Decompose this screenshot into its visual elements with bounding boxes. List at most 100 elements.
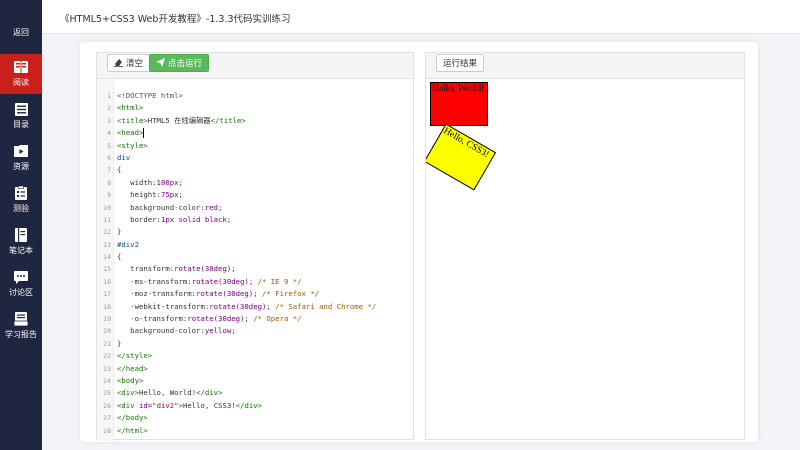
- line-text: </head>: [117, 363, 148, 373]
- code-line: 18 -webkit-transform:rotate(30deg); /* S…: [97, 301, 413, 313]
- top-bar: 《HTML5+CSS3 Web开发教程》-1.3.3代码实训练习: [42, 0, 800, 34]
- code-line: 22 </style>: [97, 350, 413, 362]
- line-number: 22: [103, 352, 111, 361]
- line-number: 5: [107, 141, 111, 150]
- line-text: <body>: [117, 375, 144, 385]
- code-line: 25 <div>Hello, World!</div>: [97, 387, 413, 399]
- sidebar-item-read[interactable]: 阅读: [0, 54, 42, 94]
- editor-toolbar: 清空 点击运行: [97, 53, 413, 79]
- code-line: 5 <style>: [97, 140, 413, 152]
- run-button-label: 点击运行: [168, 59, 203, 69]
- code-line: 12}: [97, 226, 413, 238]
- sidebar: 返回 阅读 目录 资源 测验 笔记本 讨论区 学习报告: [0, 0, 42, 450]
- line-number: 13: [103, 240, 111, 249]
- code-line: 21}: [97, 338, 413, 350]
- line-number: 28: [103, 426, 111, 435]
- line-number: 7: [107, 166, 111, 175]
- page-title: 《HTML5+CSS3 Web开发教程》-1.3.3代码实训练习: [60, 14, 291, 25]
- send-icon: [156, 57, 165, 69]
- line-text: <html>: [117, 103, 144, 113]
- clear-button-label: 清空: [126, 59, 144, 69]
- chat-icon: [14, 270, 28, 284]
- main-card: 清空 点击运行 1 <!DOCTYPE html> 2 <html> 3 <title>H…: [80, 42, 758, 442]
- line-number: 18: [103, 302, 111, 311]
- line-text: }: [117, 227, 122, 237]
- video-icon: [14, 144, 28, 158]
- line-text: -webkit-transform:rotate(30deg); /* Safa…: [117, 301, 377, 311]
- sidebar-item-label: 学习报告: [5, 330, 37, 339]
- line-text: #div2: [117, 239, 139, 249]
- code-line: 10 background-color:red;: [97, 202, 413, 214]
- sidebar-item-label: 资源: [13, 162, 29, 171]
- code-line: 11 border:1px solid black;: [97, 214, 413, 226]
- code-line: 3 <title>HTML5 在线编辑器</title>: [97, 115, 413, 127]
- line-text: transform:rotate(30deg);: [117, 264, 236, 274]
- line-number: 3: [107, 116, 111, 125]
- line-number: 24: [103, 376, 111, 385]
- result-tab[interactable]: 运行结果: [436, 54, 485, 72]
- code-line: 27 </body>: [97, 412, 413, 424]
- line-text: <div id="div2">Hello, CSS3!</div>: [117, 400, 263, 410]
- line-number: 10: [103, 203, 111, 212]
- line-text: background-color:yellow;: [117, 326, 236, 336]
- line-text: border:1px solid black;: [117, 214, 232, 224]
- code-line: 4 <head>: [97, 127, 413, 139]
- sidebar-item-toc[interactable]: 目录: [0, 102, 42, 136]
- notebook-icon: [14, 228, 28, 242]
- line-number: 1: [107, 92, 111, 100]
- code-line: 24 <body>: [97, 375, 413, 387]
- line-text: -moz-transform:rotate(30deg); /* Firefox…: [117, 289, 320, 299]
- line-number: 26: [103, 401, 111, 410]
- back-button[interactable]: 返回: [0, 22, 42, 42]
- line-number: 21: [103, 339, 111, 348]
- line-number: 19: [103, 315, 111, 324]
- line-text: height:75px;: [117, 190, 183, 200]
- line-number: 2: [107, 104, 111, 113]
- back-label: 返回: [13, 27, 29, 37]
- sidebar-item-discussion[interactable]: 讨论区: [0, 270, 42, 304]
- sidebar-item-report[interactable]: 学习报告: [0, 312, 42, 346]
- code-line: 8 width:100px;: [97, 177, 413, 189]
- sidebar-item-resources[interactable]: 资源: [0, 144, 42, 178]
- sidebar-item-label: 目录: [13, 120, 29, 129]
- book-icon: [14, 60, 28, 74]
- line-text: </style>: [117, 351, 153, 361]
- line-number: 4: [107, 129, 111, 138]
- code-line: 26 <div id="div2">Hello, CSS3!</div>: [97, 400, 413, 412]
- list-icon: [14, 102, 28, 116]
- sidebar-item-label: 讨论区: [9, 288, 33, 297]
- line-number: 23: [103, 364, 111, 373]
- code-line: 2 <html>: [97, 102, 413, 114]
- sidebar-item-label: 笔记本: [9, 246, 33, 255]
- line-text: width:100px;: [117, 177, 183, 187]
- quiz-icon: [14, 186, 28, 200]
- run-button[interactable]: 点击运行: [149, 54, 210, 72]
- line-text: }: [117, 338, 122, 348]
- line-text: </body>: [117, 413, 148, 423]
- code-line: 1 <!DOCTYPE html>: [97, 90, 413, 102]
- line-text: <style>: [117, 140, 148, 150]
- line-number: 12: [103, 228, 111, 237]
- result-toolbar: 运行结果: [426, 53, 744, 79]
- line-number: 8: [107, 178, 111, 187]
- line-text: {: [117, 165, 122, 175]
- line-number: 11: [103, 215, 111, 224]
- line-text: <div>Hello, World!</div>: [117, 388, 223, 398]
- sidebar-item-label: 阅读: [13, 78, 29, 87]
- output-div-hello-world: Hello, World!: [430, 82, 488, 126]
- code-editor-panel: 清空 点击运行 1 <!DOCTYPE html> 2 <html> 3 <title>H…: [96, 52, 414, 441]
- code-line: 9 height:75px;: [97, 189, 413, 201]
- line-number: 17: [103, 290, 111, 299]
- line-text: <!DOCTYPE html>: [117, 91, 183, 100]
- sidebar-item-quiz[interactable]: 测验: [0, 186, 42, 220]
- report-icon: [14, 312, 28, 326]
- line-number: 15: [103, 265, 111, 274]
- result-panel: 运行结果 Hello, World! Hello, CSS3!: [425, 52, 745, 440]
- line-text: -o-transform:rotate(30deg); /* Opera */: [117, 314, 302, 324]
- code-area[interactable]: 1 <!DOCTYPE html> 2 <html> 3 <title>HTML5 在线编…: [97, 90, 413, 437]
- sidebar-item-notebook[interactable]: 笔记本: [0, 228, 42, 262]
- code-line: 7{: [97, 164, 413, 176]
- code-line: 6 div: [97, 152, 413, 164]
- output-div-hello-css3: Hello, CSS3!: [426, 123, 497, 191]
- clear-button[interactable]: 清空: [107, 54, 151, 72]
